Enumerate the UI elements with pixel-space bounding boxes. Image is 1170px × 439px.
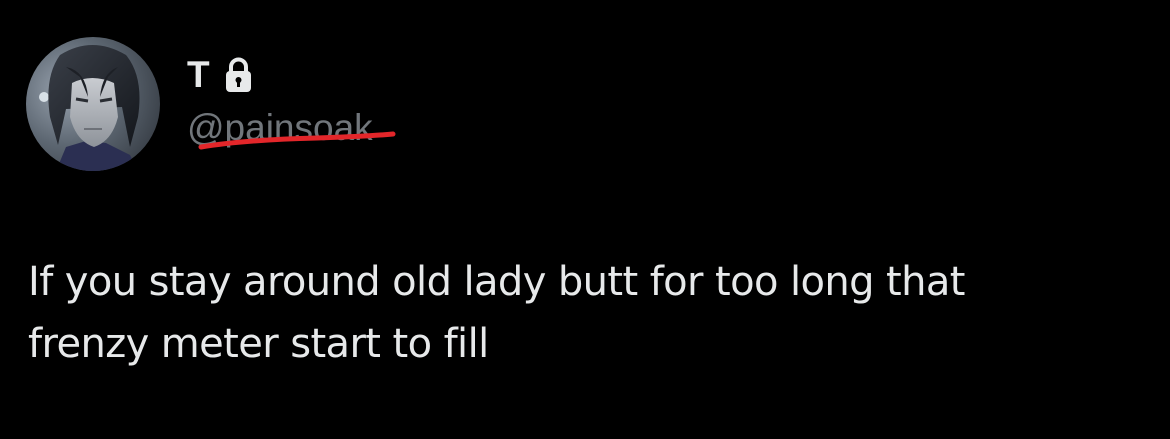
- lock-icon: [224, 57, 253, 93]
- author-display-name[interactable]: T: [187, 53, 210, 97]
- avatar-image: [26, 37, 160, 171]
- author-name-row: T: [187, 53, 253, 97]
- tweet-text: If you stay around old lady butt for too…: [28, 259, 965, 367]
- author-handle[interactable]: @painsoak: [187, 107, 373, 148]
- author-handle-wrap: @painsoak: [187, 106, 396, 150]
- author-avatar[interactable]: [26, 37, 160, 171]
- tweet-card: T @painsoak If you stay around old lady …: [0, 0, 1170, 439]
